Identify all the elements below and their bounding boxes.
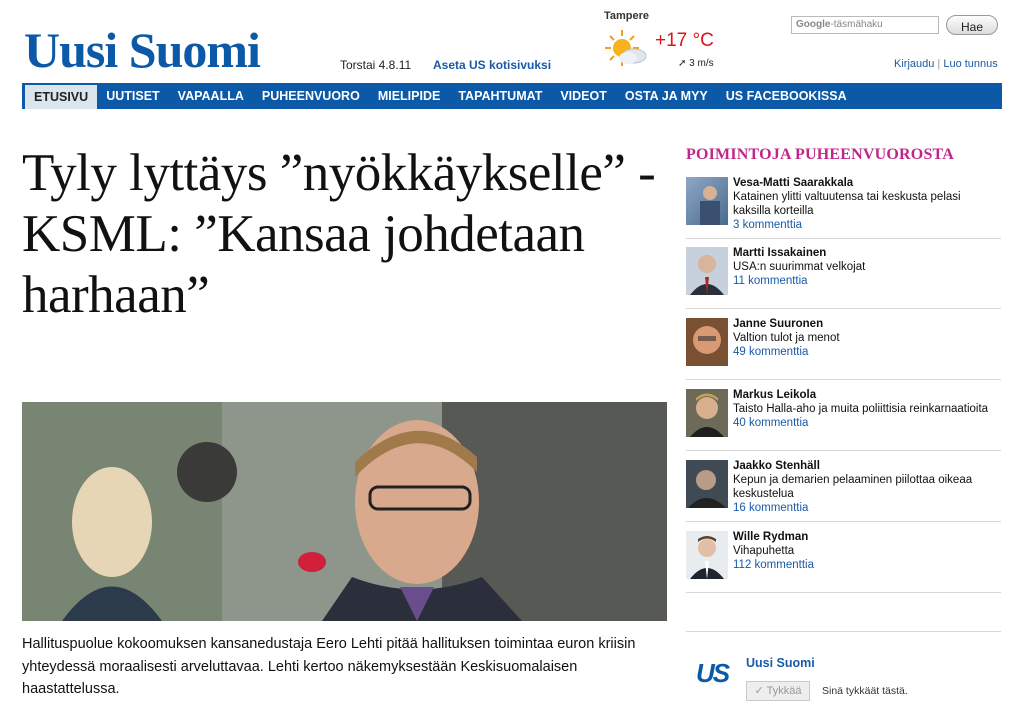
comment-count-link[interactable]: 49 kommenttia (733, 345, 1001, 359)
nav-item-us-facebookissa[interactable]: US FACEBOOKISSA (717, 83, 856, 109)
post-title[interactable]: Valtion tulot ja menot (733, 331, 1001, 345)
google-brand: Google (796, 19, 831, 30)
author-avatar[interactable] (686, 460, 728, 508)
wind-speed: 3 m/s (689, 58, 714, 69)
list-item[interactable]: Jaakko Stenhäll Kepun ja demarien pelaam… (686, 460, 1001, 522)
post-title[interactable]: Katainen ylitti valtuutensa tai keskusta… (733, 190, 1001, 218)
nav-item-uutiset[interactable]: UUTISET (97, 83, 168, 109)
register-link[interactable]: Luo tunnus (943, 58, 997, 70)
author-avatar[interactable] (686, 177, 728, 225)
nav-item-etusivu[interactable]: ETUSIVU (25, 85, 98, 109)
list-item[interactable]: Martti Issakainen USA:n suurimmat velkoj… (686, 247, 1001, 309)
author-avatar[interactable] (686, 247, 728, 295)
article-photo[interactable] (22, 402, 667, 621)
account-links: Kirjaudu | Luo tunnus (894, 58, 998, 70)
author-name[interactable]: Wille Rydman (733, 530, 1001, 544)
facebook-page-logo[interactable]: US (696, 658, 730, 689)
weather-temperature: +17 °C (655, 30, 714, 51)
article-headline[interactable]: Tyly lyttäys ”nyökkäykselle” - KSML: ”Ka… (22, 143, 662, 326)
post-title[interactable]: USA:n suurimmat velkojat (733, 260, 1001, 274)
post-title[interactable]: Taisto Halla-aho ja muita poliittisia re… (733, 402, 1001, 416)
post-title[interactable]: Vihapuhetta (733, 544, 1001, 558)
article-lead: Hallituspuolue kokoomuksen kansanedustaj… (22, 636, 636, 697)
author-avatar[interactable] (686, 318, 728, 366)
author-name[interactable]: Markus Leikola (733, 388, 1001, 402)
author-name[interactable]: Vesa-Matti Saarakkala (733, 176, 1001, 190)
weather-wind: ➚ 3 m/s (678, 58, 714, 69)
main-navigation: ETUSIVU UUTISET VAPAALLA PUHEENVUORO MIE… (22, 83, 1002, 109)
facebook-page-name[interactable]: Uusi Suomi (746, 656, 815, 670)
weather-city: Tampere (604, 10, 650, 22)
nav-item-osta-ja-myy[interactable]: OSTA JA MYY (616, 83, 717, 109)
nav-item-videot[interactable]: VIDEOT (551, 83, 616, 109)
list-item[interactable]: Wille Rydman Vihapuhetta 112 kommenttia (686, 531, 1001, 593)
wind-arrow-icon: ➚ (678, 58, 687, 69)
author-name[interactable]: Martti Issakainen (733, 246, 1001, 260)
author-avatar[interactable] (686, 389, 728, 437)
list-item[interactable]: Janne Suuronen Valtion tulot ja menot 49… (686, 318, 1001, 380)
nav-item-mielipide[interactable]: MIELIPIDE (369, 83, 450, 109)
comment-count-link[interactable]: 16 kommenttia (733, 501, 1001, 515)
author-name[interactable]: Jaakko Stenhäll (733, 459, 1001, 473)
comment-count-link[interactable]: 3 kommenttia (733, 218, 1001, 232)
search-button[interactable]: Hae (946, 15, 998, 35)
link-separator: | (937, 58, 941, 70)
current-date: Torstai 4.8.11 (340, 58, 412, 72)
google-search-input[interactable]: Google-täsmähaku (791, 16, 939, 34)
list-item[interactable]: Markus Leikola Taisto Halla-aho ja muita… (686, 389, 1001, 451)
nav-item-vapaalla[interactable]: VAPAALLA (169, 83, 253, 109)
like-button[interactable]: ✓ Tykkää (746, 681, 810, 701)
post-title[interactable]: Kepun ja demarien pelaaminen piilottaa o… (733, 473, 1001, 501)
set-homepage-link[interactable]: Aseta US kotisivuksi (433, 58, 551, 72)
comment-count-link[interactable]: 112 kommenttia (733, 558, 1001, 572)
search-placeholder: -täsmähaku (830, 19, 883, 30)
comment-count-link[interactable]: 40 kommenttia (733, 416, 1001, 430)
partly-sunny-icon (605, 30, 647, 66)
author-avatar[interactable] (686, 531, 728, 579)
site-logo[interactable]: Uusi Suomi (24, 22, 261, 78)
login-link[interactable]: Kirjaudu (894, 58, 934, 70)
sidebar-divider (686, 631, 1001, 632)
article-photo-illustration (22, 402, 667, 621)
nav-item-tapahtumat[interactable]: TAPAHTUMAT (449, 83, 551, 109)
like-status-text: Sinä tykkäät tästä. (822, 685, 908, 697)
comment-count-link[interactable]: 11 kommenttia (733, 274, 1001, 288)
sidebar-heading: POIMINTOJA PUHEENVUOROSTA (686, 146, 954, 163)
list-item[interactable]: Vesa-Matti Saarakkala Katainen ylitti va… (686, 177, 1001, 239)
nav-item-puheenvuoro[interactable]: PUHEENVUORO (253, 83, 369, 109)
author-name[interactable]: Janne Suuronen (733, 317, 1001, 331)
